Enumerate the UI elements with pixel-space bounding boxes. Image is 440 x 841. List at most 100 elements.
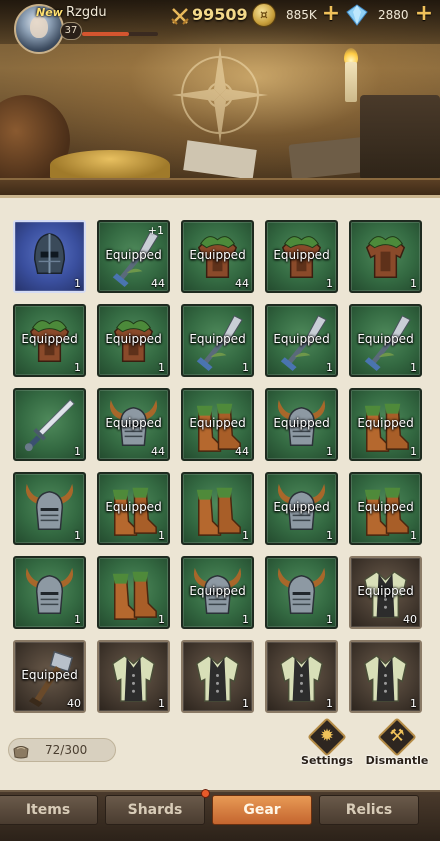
item-count: 1 bbox=[74, 529, 81, 542]
gear-slot[interactable]: Equipped 44 bbox=[181, 220, 254, 293]
gear-slot[interactable]: Equipped 1 bbox=[13, 304, 86, 377]
capacity-text: 72/300 bbox=[45, 743, 88, 757]
item-count: 1 bbox=[410, 361, 417, 374]
item-count: 1 bbox=[410, 277, 417, 290]
gear-icon: ✹ bbox=[319, 726, 335, 746]
gear-slot[interactable]: 1 bbox=[13, 220, 86, 293]
equipped-label: Equipped bbox=[189, 584, 246, 598]
coin-pile-decoration bbox=[50, 150, 170, 180]
gold-value: 885K bbox=[286, 8, 317, 22]
gear-slot[interactable]: 1 bbox=[349, 220, 422, 293]
new-tag: New bbox=[36, 6, 63, 19]
gear-slot[interactable]: Equipped 40 bbox=[13, 640, 86, 713]
book-stack-decoration bbox=[360, 95, 440, 180]
gear-slot[interactable]: Equipped 1 bbox=[349, 304, 422, 377]
gear-slot[interactable]: 1 bbox=[349, 640, 422, 713]
top-banner: New Rzgdu 37 99509 ¤ 885K + 2880 + bbox=[0, 0, 440, 195]
item-count: 40 bbox=[403, 613, 417, 626]
gear-slot[interactable]: Equipped 1 bbox=[97, 304, 170, 377]
gem-value: 2880 bbox=[378, 8, 409, 22]
gear-slot[interactable]: 1 bbox=[13, 472, 86, 545]
power-value: 99509 bbox=[192, 5, 248, 24]
item-count: 1 bbox=[326, 277, 333, 290]
equipped-label: Equipped bbox=[357, 584, 414, 598]
equipped-label: Equipped bbox=[105, 416, 162, 430]
map-paper-decoration bbox=[183, 140, 257, 180]
settings-button[interactable]: ✹ Settings bbox=[298, 717, 358, 773]
gear-slot[interactable]: Equipped 1 bbox=[349, 388, 422, 461]
item-count: 1 bbox=[326, 697, 333, 710]
item-count: 1 bbox=[326, 361, 333, 374]
item-count: 1 bbox=[242, 529, 249, 542]
item-count: 1 bbox=[326, 529, 333, 542]
gear-slot[interactable]: Equipped 1 bbox=[265, 304, 338, 377]
tab-items[interactable]: Items bbox=[0, 795, 98, 825]
tab-items-label: Items bbox=[25, 802, 71, 818]
gear-slot[interactable]: Equipped 1 bbox=[97, 472, 170, 545]
tab-gear[interactable]: Gear bbox=[212, 795, 312, 825]
player-hp-fill bbox=[82, 32, 130, 36]
notification-dot bbox=[201, 789, 210, 798]
equipped-label: Equipped bbox=[189, 332, 246, 346]
diamond-icon bbox=[346, 4, 368, 26]
equipped-label: Equipped bbox=[189, 248, 246, 262]
equipped-label: Equipped bbox=[357, 332, 414, 346]
tab-shards[interactable]: Shards bbox=[105, 795, 205, 825]
gear-slot[interactable]: 1 bbox=[13, 556, 86, 629]
equipped-label: Equipped bbox=[105, 248, 162, 262]
item-count: 1 bbox=[74, 361, 81, 374]
tab-shards-label: Shards bbox=[127, 802, 183, 818]
tab-relics[interactable]: Relics bbox=[319, 795, 419, 825]
item-count: 1 bbox=[242, 361, 249, 374]
inventory-panel: 1 +1 Equipped 44 Equipped 44 Equipped 1 1 Equippe… bbox=[0, 195, 440, 790]
gear-slot[interactable]: Equipped 1 bbox=[265, 388, 338, 461]
item-count: 44 bbox=[235, 445, 249, 458]
equipped-label: Equipped bbox=[357, 416, 414, 430]
equipped-label: Equipped bbox=[273, 248, 330, 262]
crossed-swords-icon bbox=[171, 8, 189, 25]
equipped-label: Equipped bbox=[21, 332, 78, 346]
gear-slot[interactable]: 1 bbox=[97, 640, 170, 713]
equipped-label: Equipped bbox=[189, 416, 246, 430]
gear-slot[interactable]: Equipped 44 bbox=[97, 388, 170, 461]
equipped-label: Equipped bbox=[273, 332, 330, 346]
equipped-label: Equipped bbox=[105, 500, 162, 514]
bag-icon bbox=[13, 746, 29, 759]
item-count: 44 bbox=[151, 277, 165, 290]
dismantle-label: Dismantle bbox=[365, 754, 429, 767]
dismantle-button[interactable]: ⚒ Dismantle bbox=[366, 717, 428, 773]
gear-slot[interactable]: 1 bbox=[265, 640, 338, 713]
gear-slot[interactable]: 1 bbox=[13, 388, 86, 461]
item-count: 1 bbox=[158, 613, 165, 626]
gear-slot[interactable]: 1 bbox=[181, 472, 254, 545]
add-gems-button[interactable]: + bbox=[414, 3, 434, 25]
gear-slot[interactable]: Equipped 40 bbox=[349, 556, 422, 629]
item-count: 1 bbox=[74, 445, 81, 458]
gear-slot[interactable]: 1 bbox=[265, 556, 338, 629]
gold-coin-icon: ¤ bbox=[252, 3, 276, 27]
gear-slot[interactable]: Equipped 1 bbox=[181, 556, 254, 629]
item-count: 1 bbox=[326, 445, 333, 458]
item-count: 1 bbox=[242, 613, 249, 626]
player-name: Rzgdu bbox=[66, 5, 107, 20]
item-count: 44 bbox=[151, 445, 165, 458]
gear-slot[interactable]: Equipped 1 bbox=[349, 472, 422, 545]
equipped-label: Equipped bbox=[273, 416, 330, 430]
equipped-label: Equipped bbox=[21, 668, 78, 682]
item-count: 40 bbox=[67, 697, 81, 710]
gear-slot[interactable]: Equipped 1 bbox=[181, 304, 254, 377]
gear-slot[interactable]: 1 bbox=[181, 640, 254, 713]
gear-slot[interactable]: Equipped 1 bbox=[265, 220, 338, 293]
item-count: 1 bbox=[158, 697, 165, 710]
gear-slot[interactable]: Equipped 44 bbox=[181, 388, 254, 461]
gear-slot[interactable]: Equipped 1 bbox=[265, 472, 338, 545]
item-count: 1 bbox=[158, 529, 165, 542]
item-count: 1 bbox=[410, 529, 417, 542]
gear-slot[interactable]: +1 Equipped 44 bbox=[97, 220, 170, 293]
add-gold-button[interactable]: + bbox=[321, 3, 341, 25]
equipped-label: Equipped bbox=[105, 332, 162, 346]
item-count: 44 bbox=[235, 277, 249, 290]
gear-slot[interactable]: 1 bbox=[97, 556, 170, 629]
compass-decoration bbox=[172, 47, 268, 143]
item-count: 1 bbox=[242, 697, 249, 710]
